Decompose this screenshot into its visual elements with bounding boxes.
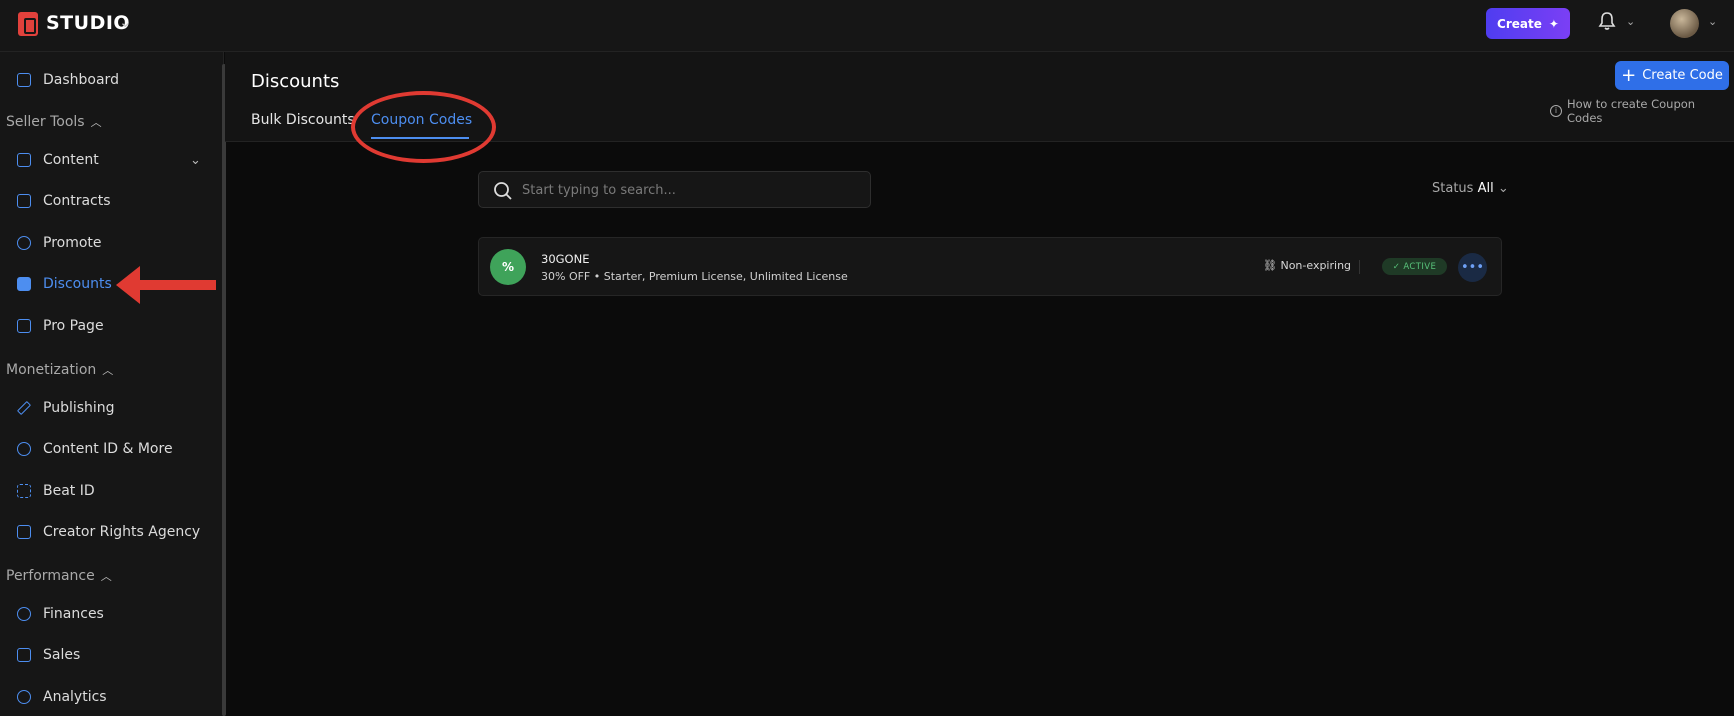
top-bar [0,0,1734,52]
plus-icon: + [1621,64,1637,86]
chevron-up-icon: ︿ [90,116,102,129]
section-performance[interactable]: Performance ︿ [6,568,112,584]
coupon-badge-icon: % [490,249,526,285]
section-label: Performance [6,568,95,584]
sidebar-item-label: Beat ID [43,483,95,499]
chevron-down-icon[interactable]: ⌄ [190,153,201,168]
contract-icon [17,194,31,208]
more-options-button[interactable]: ••• [1458,253,1487,282]
expiry-info: ⛓ Non-expiring [1263,259,1351,272]
section-seller-tools[interactable]: Seller Tools ︿ [6,114,102,130]
chevron-up-icon: ︿ [102,364,114,377]
create-code-label: Create Code [1642,68,1723,83]
grid-icon [17,73,31,87]
page-title: Discounts [251,71,340,92]
chevron-down-icon[interactable]: ⌄ [1626,15,1635,28]
sidebar-item-publishing[interactable]: Publishing [0,393,210,423]
status-filter[interactable]: Status All ⌄ [1432,181,1509,196]
sidebar-item-label: Promote [43,235,102,251]
dollar-icon [17,607,31,621]
search-box[interactable] [478,171,871,208]
annotation-circle [351,91,496,163]
promote-icon [17,236,31,250]
sidebar-scrollbar[interactable] [222,64,226,716]
sidebar-item-dashboard[interactable]: Dashboard [0,65,210,95]
howto-label: How to create Coupon Codes [1566,97,1696,125]
ellipsis-icon: ••• [1460,260,1484,275]
sidebar-item-label: Sales [43,647,81,663]
status-badge: ✓ ACTIVE [1382,258,1447,275]
sidebar-item-label: Contracts [43,193,111,209]
brand-name[interactable]: STUDIO [46,12,130,34]
create-button[interactable]: Create ✦ [1486,8,1570,39]
expiry-label: Non-expiring [1280,259,1352,272]
sidebar-item-content[interactable]: Content ⌄ [0,145,210,175]
sidebar-item-beat-id[interactable]: Beat ID [0,476,210,506]
sidebar-item-label: Publishing [43,400,115,416]
library-icon [17,153,31,167]
tab-bulk-discounts[interactable]: Bulk Discounts [251,112,355,128]
chevron-up-icon: ︿ [100,570,112,583]
link-icon: ⛓ [1263,259,1277,272]
chevron-down-icon: ⌄ [1497,181,1509,196]
scan-icon [17,484,31,498]
sidebar-item-label: Dashboard [43,72,119,88]
annotation-arrow-icon [116,266,216,304]
howto-link[interactable]: i How to create Coupon Codes [1550,97,1734,125]
sidebar-item-content-id[interactable]: Content ID & More [0,434,210,464]
sidebar-item-label: Content ID & More [43,441,173,457]
sidebar-item-finances[interactable]: Finances [0,599,210,629]
studio-logo-icon[interactable] [18,12,38,36]
sidebar-item-label: Discounts [43,276,112,292]
chart-icon [17,648,31,662]
coupon-description: 30% OFF • Starter, Premium License, Unli… [541,270,848,283]
create-code-button[interactable]: + Create Code [1615,61,1729,90]
sidebar-item-promote[interactable]: Promote [0,228,210,258]
search-input[interactable] [522,179,862,201]
sidebar-item-label: Finances [43,606,104,622]
sidebar-item-label: Content [43,152,99,168]
sidebar-item-creator-rights[interactable]: Creator Rights Agency [0,517,210,547]
chevron-down-icon[interactable]: ⌄ [119,13,132,31]
section-label: Seller Tools [6,114,85,130]
sidebar-item-pro-page[interactable]: Pro Page [0,311,210,341]
status-badge-label: ACTIVE [1403,261,1437,272]
sidebar-item-label: Pro Page [43,318,104,334]
coupon-code: 30GONE [541,252,590,266]
check-icon: ✓ [1392,261,1404,272]
divider [1359,260,1360,274]
sidebar-item-contracts[interactable]: Contracts [0,186,210,216]
search-icon [494,182,512,200]
info-icon: i [1550,105,1562,117]
section-monetization[interactable]: Monetization ︿ [6,362,113,378]
store-icon [17,319,31,333]
scales-icon [17,525,31,539]
bell-icon[interactable] [1598,11,1618,33]
create-button-label: Create [1497,16,1542,31]
sidebar-item-sales[interactable]: Sales [0,640,210,670]
chevron-down-icon[interactable]: ⌄ [1708,15,1717,28]
fingerprint-icon [17,442,31,456]
status-label: Status [1432,181,1474,196]
pie-chart-icon [17,690,31,704]
pen-icon [16,400,32,416]
section-label: Monetization [6,362,97,378]
sidebar-item-label: Analytics [43,689,107,705]
status-value: All [1477,181,1494,196]
avatar[interactable] [1670,9,1699,38]
coupon-row[interactable]: % 30GONE 30% OFF • Starter, Premium Lice… [478,237,1502,296]
sidebar-item-analytics[interactable]: Analytics [0,682,210,712]
sparkle-icon: ✦ [1548,16,1559,31]
sidebar-item-label: Creator Rights Agency [43,524,201,540]
discount-tag-icon [17,277,31,291]
